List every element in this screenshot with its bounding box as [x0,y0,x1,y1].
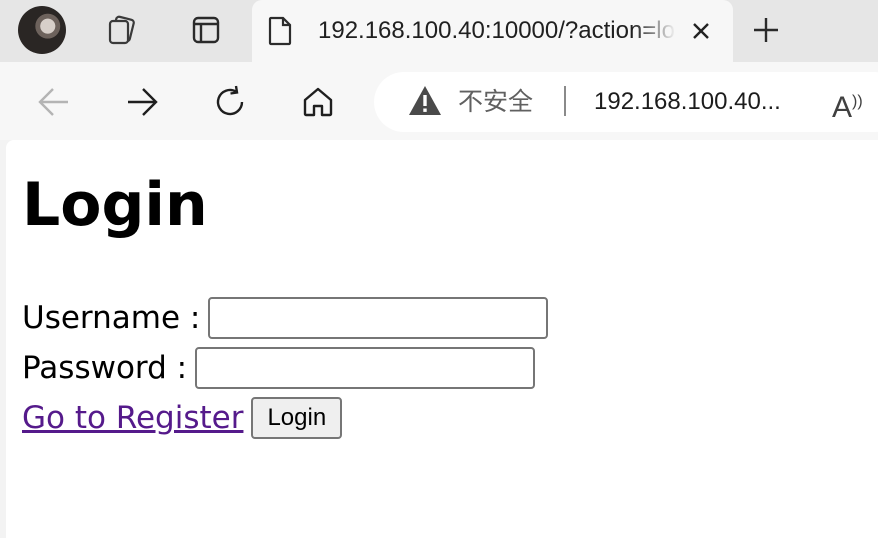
login-button[interactable]: Login [251,397,343,439]
username-label: Username : [22,300,201,336]
read-aloud-glyph: A [832,91,853,124]
page-icon [268,16,292,46]
security-status[interactable]: 不安全 [458,86,533,118]
password-input[interactable] [195,347,536,389]
profile-avatar[interactable] [18,6,66,54]
close-icon [693,23,709,39]
refresh-icon [216,85,244,116]
read-aloud-icon[interactable]: A)) [832,84,863,124]
back-arrow-icon [38,88,68,116]
new-tab-button[interactable] [748,12,784,48]
page-title: Login [22,170,208,240]
forward-arrow-icon [128,88,158,116]
username-row: Username : [22,296,549,340]
password-row: Password : [22,346,536,390]
plus-icon [754,18,778,42]
back-button[interactable] [32,80,76,124]
address-bar[interactable]: 不安全 192.168.100.40... A)) [374,72,878,132]
tab-actions-icon[interactable] [188,12,224,48]
page-viewport: Login Username : Password : Go to Regist… [6,140,878,538]
tab-title: 192.168.100.40:10000/?action=login [318,17,676,44]
password-label: Password : [22,350,188,386]
tab-strip: 192.168.100.40:10000/?action=login [0,0,878,62]
refresh-button[interactable] [208,80,252,124]
home-button[interactable] [296,80,340,124]
register-link[interactable]: Go to Register [22,398,243,438]
browser-toolbar: 不安全 192.168.100.40... A)) [0,62,878,140]
forward-button[interactable] [120,80,164,124]
url-text[interactable]: 192.168.100.40... [594,86,781,118]
home-icon [303,87,333,117]
username-input[interactable] [208,297,549,339]
address-separator [564,86,566,116]
actions-row: Go to Register Login [22,396,343,440]
workspaces-icon[interactable] [104,12,140,48]
active-tab[interactable]: 192.168.100.40:10000/?action=login [252,0,733,62]
close-tab-button[interactable] [686,16,716,46]
warning-icon [409,86,441,115]
